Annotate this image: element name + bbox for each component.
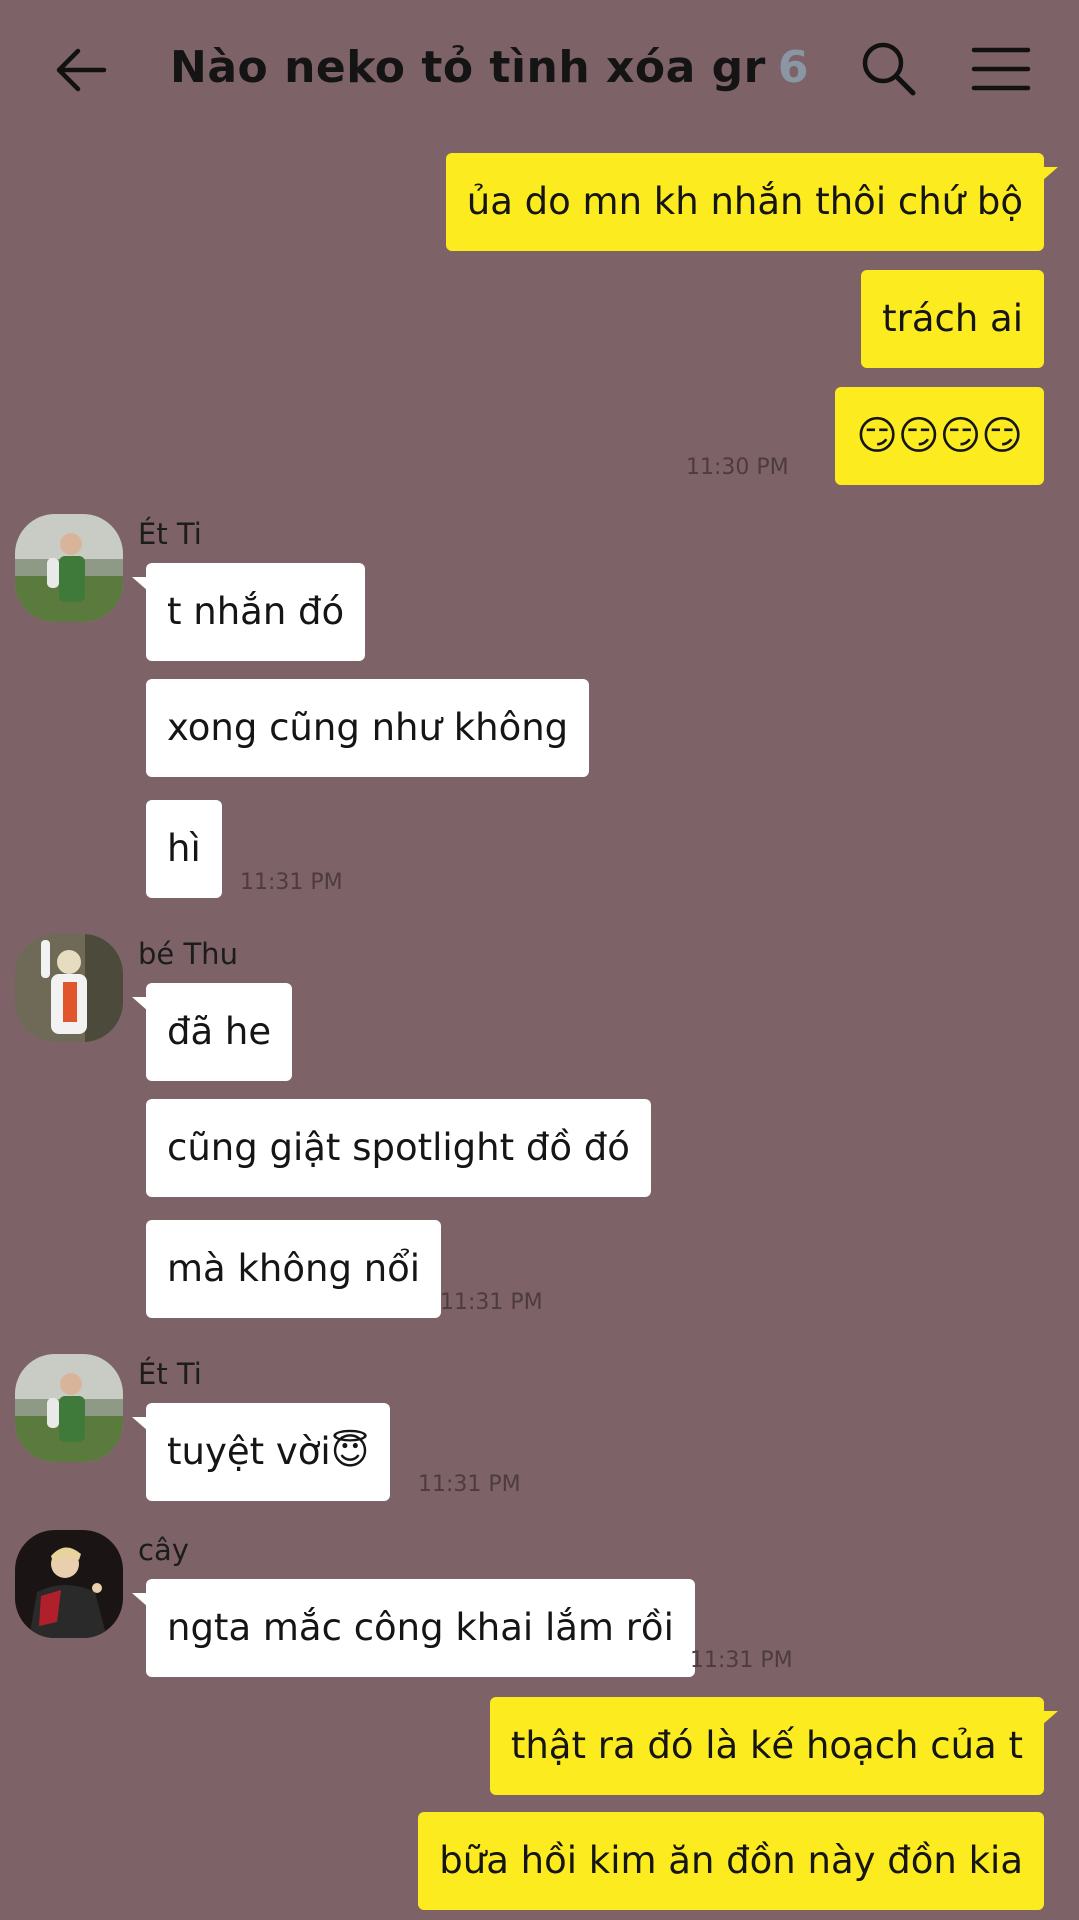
- chat-header: Nào neko tỏ tình xóa gr 6: [0, 0, 1079, 140]
- incoming-message-bubble[interactable]: đã he: [131, 983, 293, 1081]
- avatar[interactable]: [15, 934, 123, 1042]
- outgoing-message-bubble[interactable]: 😏😏😏😏: [835, 387, 1044, 485]
- sender-name: Ét Ti: [138, 517, 202, 551]
- search-button[interactable]: [858, 38, 920, 100]
- outgoing-message-bubble[interactable]: trách ai: [861, 270, 1044, 368]
- menu-button[interactable]: [970, 40, 1032, 98]
- search-icon: [862, 42, 916, 96]
- arrow-left-icon: [56, 48, 107, 92]
- incoming-message-bubble[interactable]: t nhắn đó: [131, 563, 366, 661]
- member-count: 6: [777, 42, 809, 93]
- incoming-message-bubble[interactable]: tuyệt vời😇: [131, 1403, 391, 1501]
- message-timestamp: 11:30 PM: [686, 455, 789, 480]
- incoming-message-bubble[interactable]: ngta mắc công khai lắm rồi: [132, 1579, 695, 1677]
- avatar[interactable]: [15, 514, 123, 622]
- sender-name: bé Thu: [138, 937, 238, 971]
- outgoing-message-bubble[interactable]: thật ra đó là kế hoạch của t: [489, 1697, 1059, 1795]
- hamburger-menu-icon: [971, 47, 1031, 91]
- avatar[interactable]: [15, 1530, 123, 1638]
- incoming-message-bubble[interactable]: mà không nổi: [146, 1220, 442, 1318]
- message-timestamp: 11:31 PM: [240, 870, 343, 895]
- sender-name: Ét Ti: [138, 1357, 202, 1391]
- sender-name: cây: [138, 1533, 189, 1567]
- group-name: Nào neko tỏ tình xóa gr: [170, 42, 766, 93]
- message-timestamp: 11:31 PM: [440, 1290, 543, 1315]
- avatar[interactable]: [15, 1354, 123, 1462]
- incoming-message-bubble[interactable]: hì: [146, 800, 222, 898]
- outgoing-message-bubble[interactable]: bữa hồi kim ăn đồn này đồn kia: [418, 1812, 1044, 1910]
- message-timestamp: 11:31 PM: [418, 1472, 521, 1497]
- back-button[interactable]: [50, 38, 114, 102]
- message-timestamp: 11:31 PM: [690, 1648, 793, 1673]
- outgoing-message-bubble[interactable]: ủa do mn kh nhắn thôi chứ bộ: [445, 153, 1059, 251]
- incoming-message-bubble[interactable]: xong cũng như không: [146, 679, 590, 777]
- incoming-message-bubble[interactable]: cũng giật spotlight đồ đó: [146, 1099, 651, 1197]
- chat-title[interactable]: Nào neko tỏ tình xóa gr 6: [170, 42, 809, 93]
